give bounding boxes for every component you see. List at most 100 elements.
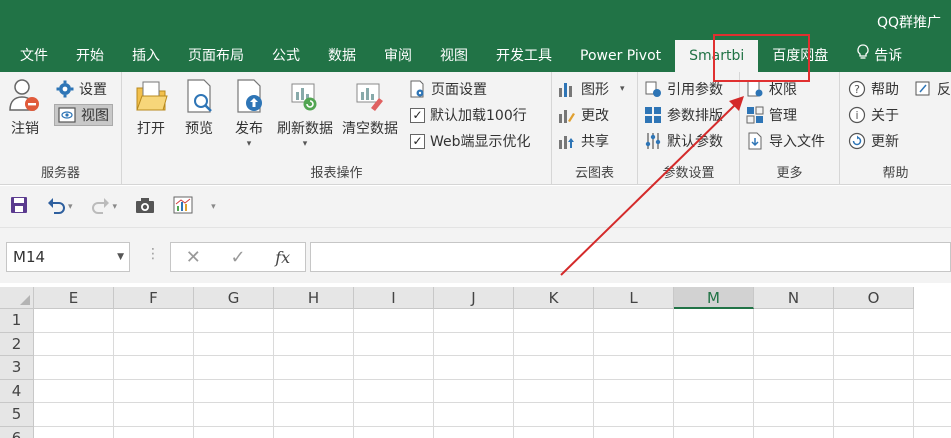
column-header-m[interactable]: M — [674, 287, 754, 309]
tab-page-layout[interactable]: 页面布局 — [174, 40, 258, 72]
row-header-2[interactable]: 2 — [0, 332, 34, 356]
row-header-6[interactable]: 6 — [0, 426, 34, 438]
tab-view[interactable]: 视图 — [426, 40, 482, 72]
about-button[interactable]: i 关于 — [848, 104, 899, 126]
chevron-down-icon[interactable]: ▾ — [68, 202, 73, 212]
tab-developer[interactable]: 开发工具 — [482, 40, 566, 72]
permissions-button[interactable]: 权限 — [746, 78, 797, 100]
column-header-e[interactable]: E — [34, 287, 114, 309]
ref-params-button[interactable]: 引用参数 — [644, 78, 723, 100]
chevron-down-icon[interactable]: ▾ — [113, 202, 118, 212]
tab-file[interactable]: 文件 — [0, 40, 62, 72]
gear-icon — [56, 80, 74, 98]
chevron-down-icon[interactable]: ▼ — [117, 243, 124, 271]
tab-insert[interactable]: 插入 — [118, 40, 174, 72]
manage-button[interactable]: 管理 — [746, 104, 797, 126]
tab-power-pivot[interactable]: Power Pivot — [566, 40, 675, 72]
logout-button[interactable]: 注销 — [8, 78, 42, 138]
customize-qat-button[interactable]: ▾ — [211, 202, 216, 212]
page-setup-button[interactable]: 页面设置 — [408, 78, 487, 100]
svg-text:?: ? — [854, 83, 860, 96]
formula-bar: M14 ▼ ⋮ ✕ ✓ fx — [0, 228, 951, 283]
tell-me-search[interactable]: 告诉 — [842, 40, 916, 72]
column-header-h[interactable]: H — [274, 287, 354, 309]
update-button[interactable]: 更新 — [848, 130, 899, 152]
enter-check-icon[interactable]: ✓ — [231, 247, 246, 268]
column-header-o[interactable]: O — [834, 287, 914, 309]
redo-button[interactable]: ▾ — [91, 196, 118, 218]
preview-button[interactable]: 预览 — [182, 78, 216, 138]
feedback-button[interactable]: 反 — [914, 78, 951, 100]
select-all-corner[interactable] — [0, 287, 34, 309]
grid-line — [433, 309, 434, 438]
undo-button[interactable]: ▾ — [46, 196, 73, 218]
ribbon: 注销 设置 视图 服务器 打开 预览 发布 ▾ 刷新数据 ▾ 清空数据 页面设置… — [0, 72, 951, 185]
import-file-label: 导入文件 — [769, 134, 825, 150]
open-button[interactable]: 打开 — [134, 78, 168, 138]
web-optimize-checkbox[interactable]: ✓ Web端显示优化 — [410, 130, 531, 152]
tab-baidu-netdisk[interactable]: 百度网盘 — [758, 40, 842, 72]
save-button[interactable] — [10, 196, 28, 218]
chart-share-icon — [558, 132, 576, 150]
cell-reference: M14 — [13, 248, 46, 266]
logout-label: 注销 — [11, 121, 39, 137]
column-header-j[interactable]: J — [434, 287, 514, 309]
grid-line — [34, 402, 951, 403]
name-box[interactable]: M14 ▼ — [6, 242, 130, 272]
row-header-4[interactable]: 4 — [0, 379, 34, 403]
settings-button[interactable]: 设置 — [56, 78, 107, 100]
chart-button[interactable]: 图形 ▾ — [558, 78, 625, 100]
tab-data[interactable]: 数据 — [314, 40, 370, 72]
column-header-l[interactable]: L — [594, 287, 674, 309]
share-chart-button[interactable]: 共享 — [558, 130, 609, 152]
group-label-report-operations: 报表操作 — [310, 166, 363, 181]
publish-button[interactable]: 发布 ▾ — [232, 78, 266, 149]
tab-review[interactable]: 审阅 — [370, 40, 426, 72]
param-layout-button[interactable]: 参数排版 — [644, 104, 723, 126]
tab-home[interactable]: 开始 — [62, 40, 118, 72]
import-file-icon — [746, 132, 764, 150]
share-label: 共享 — [581, 134, 609, 150]
refresh-data-button[interactable]: 刷新数据 ▾ — [277, 78, 333, 149]
tab-formulas[interactable]: 公式 — [258, 40, 314, 72]
save-icon — [10, 196, 28, 218]
column-header-g[interactable]: G — [194, 287, 274, 309]
help-label: 帮助 — [871, 82, 899, 98]
feedback-icon — [914, 80, 932, 98]
svg-text:i: i — [855, 109, 858, 122]
chart-tool-button[interactable] — [173, 196, 193, 218]
grid-line — [34, 425, 951, 427]
row-header-1[interactable]: 1 — [0, 309, 34, 333]
column-header-i[interactable]: I — [354, 287, 434, 309]
open-label: 打开 — [137, 121, 165, 137]
link-params-icon — [644, 80, 662, 98]
camera-icon — [135, 196, 155, 218]
formula-input[interactable] — [310, 242, 951, 272]
help-button[interactable]: ? 帮助 — [848, 78, 899, 100]
cancel-icon[interactable]: ✕ — [186, 247, 201, 268]
row-header-3[interactable]: 3 — [0, 356, 34, 380]
chart-label: 图形 — [581, 82, 609, 98]
column-header-n[interactable]: N — [754, 287, 834, 309]
feedback-label: 反 — [937, 82, 951, 98]
group-label-server: 服务器 — [40, 166, 80, 181]
default-params-button[interactable]: 默认参数 — [644, 130, 723, 152]
view-button[interactable]: 视图 — [54, 104, 113, 126]
clear-data-button[interactable]: 清空数据 — [342, 78, 398, 138]
default-load-100-checkbox[interactable]: ✓ 默认加载100行 — [410, 104, 527, 126]
settings-label: 设置 — [79, 82, 107, 98]
tab-smartbi[interactable]: Smartbi — [675, 40, 759, 73]
group-label-help: 帮助 — [882, 166, 909, 181]
preview-label: 预览 — [185, 121, 213, 137]
undo-icon — [46, 196, 66, 218]
column-header-k[interactable]: K — [514, 287, 594, 309]
camera-button[interactable] — [135, 196, 155, 218]
row-header-5[interactable]: 5 — [0, 403, 34, 427]
insert-function-icon[interactable]: fx — [275, 248, 290, 267]
modify-chart-button[interactable]: 更改 — [558, 104, 609, 126]
import-file-button[interactable]: 导入文件 — [746, 130, 825, 152]
user-remove-icon — [8, 78, 42, 114]
column-header-f[interactable]: F — [114, 287, 194, 309]
tell-me-label: 告诉 — [874, 48, 903, 64]
preview-icon — [182, 78, 216, 114]
